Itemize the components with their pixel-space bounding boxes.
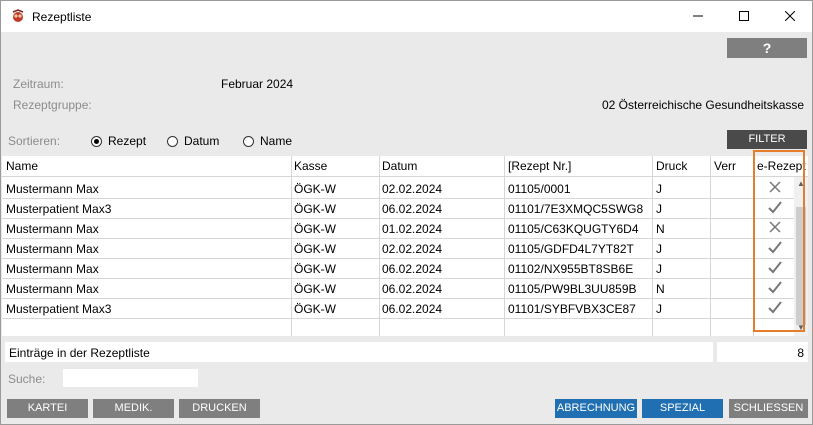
cell-datum: 06.02.2024 <box>382 302 443 316</box>
cell-name: Musterpatient Max3 <box>6 302 112 316</box>
cell-rezept: 01102/NX955BT8SB6E <box>508 262 634 276</box>
cell-rezept: 01101/SYBFVBX3CE87 <box>508 302 636 316</box>
entries-count: 8 <box>797 346 804 360</box>
sort-option-rezept[interactable]: Rezept <box>91 133 146 149</box>
entries-label: Einträge in der Rezeptliste <box>9 346 150 360</box>
col-header-name[interactable]: Name <box>6 159 38 173</box>
cell-druck: N <box>656 282 665 296</box>
cell-rezept: 01105/PW9BL3UU859B <box>508 282 637 296</box>
schliessen-button[interactable]: SCHLIESSEN <box>729 399 808 418</box>
drucken-button[interactable]: DRUCKEN <box>179 399 260 418</box>
table-row[interactable]: Mustermann Max ÖGK-W 02.02.2024 01105/0001 J <box>2 178 794 199</box>
cell-kasse: ÖGK-W <box>294 222 336 236</box>
table-row[interactable]: Mustermann Max ÖGK-W 01.02.2024 01105/C63KQ… <box>2 218 794 239</box>
col-header-datum[interactable]: Datum <box>382 159 417 173</box>
search-input[interactable] <box>63 369 198 387</box>
rezept-table: Name Kasse Datum [Rezept Nr.] Druck Verr… <box>2 156 808 336</box>
cell-kasse: ÖGK-W <box>294 242 336 256</box>
cell-name: Mustermann Max <box>6 182 99 196</box>
app-logo-icon <box>12 9 24 22</box>
entries-status-bar: Einträge in der Rezeptliste <box>5 342 713 362</box>
cell-kasse: ÖGK-W <box>294 262 336 276</box>
search-label: Suche: <box>8 372 46 386</box>
zeitraum-value: Februar 2024 <box>221 77 294 91</box>
cell-datum: 02.02.2024 <box>382 242 443 256</box>
table-row[interactable]: Mustermann Max ÖGK-W 06.02.2024 01105/PW9BL… <box>2 278 794 299</box>
kartei-button[interactable]: KARTEI <box>7 399 88 418</box>
table-row[interactable]: Musterpatient Max3 ÖGK-W 06.02.2024 01101/S… <box>2 298 794 319</box>
cell-kasse: ÖGK-W <box>294 182 336 196</box>
cell-name: Musterpatient Max3 <box>6 202 112 216</box>
filter-button[interactable]: FILTER <box>727 130 807 149</box>
close-icon <box>784 10 796 22</box>
abrechnung-button[interactable]: ABRECHNUNG <box>555 399 637 418</box>
cell-druck: J <box>656 202 662 216</box>
sort-option-label: Rezept <box>108 134 147 148</box>
radio-selected-icon <box>91 135 102 147</box>
table-row[interactable]: Musterpatient Max3 ÖGK-W 06.02.2024 01101/7… <box>2 198 794 219</box>
minimize-button[interactable] <box>675 1 721 32</box>
close-button[interactable] <box>767 1 813 32</box>
entries-count-box: 8 <box>717 342 808 362</box>
cell-rezept: 01105/C63KQUGTY6D4 <box>508 222 639 236</box>
sort-option-label: Name <box>260 134 293 148</box>
rezeptliste-window: Rezeptliste ? Zeitraum: Februar 2024 Rez… <box>0 0 813 425</box>
help-button[interactable]: ? <box>727 38 807 58</box>
col-header-kasse[interactable]: Kasse <box>294 159 327 173</box>
cell-druck: J <box>656 182 662 196</box>
sort-option-datum[interactable]: Datum <box>167 133 219 149</box>
minimize-icon <box>693 15 703 17</box>
cell-kasse: ÖGK-W <box>294 302 336 316</box>
cell-name: Mustermann Max <box>6 242 99 256</box>
col-header-verr[interactable]: Verr <box>714 159 736 173</box>
sort-option-name[interactable]: Name <box>243 133 292 149</box>
rezeptgruppe-value: 02 Österreichische Gesundheitskasse <box>602 98 805 112</box>
cell-rezept: 01105/GDFD4L7YT82T <box>508 242 634 256</box>
cell-datum: 06.02.2024 <box>382 202 443 216</box>
radio-icon <box>167 135 178 147</box>
spezial-button[interactable]: SPEZIAL <box>642 399 723 418</box>
cell-druck: J <box>656 242 662 256</box>
zeitraum-label: Zeitraum: <box>13 77 64 91</box>
cell-kasse: ÖGK-W <box>294 202 336 216</box>
window-title: Rezeptliste <box>32 10 92 24</box>
title-bar: Rezeptliste <box>1 1 812 32</box>
cell-datum: 02.02.2024 <box>382 182 443 196</box>
table-row[interactable]: Mustermann Max ÖGK-W 02.02.2024 01105/GDFD4… <box>2 238 794 259</box>
maximize-icon <box>739 11 749 21</box>
cell-rezept: 01101/7E3XMQC5SWG8 <box>508 202 644 216</box>
cell-name: Mustermann Max <box>6 262 99 276</box>
cell-kasse: ÖGK-W <box>294 282 336 296</box>
maximize-button[interactable] <box>721 1 767 32</box>
radio-icon <box>243 135 254 147</box>
col-header-druck[interactable]: Druck <box>656 159 687 173</box>
cell-rezept: 01105/0001 <box>508 182 571 196</box>
cell-druck: J <box>656 302 662 316</box>
erezept-column-highlight <box>753 150 805 332</box>
table-header: Name Kasse Datum [Rezept Nr.] Druck Verr… <box>2 156 808 177</box>
cell-name: Mustermann Max <box>6 282 99 296</box>
cell-druck: N <box>656 222 665 236</box>
cell-datum: 06.02.2024 <box>382 262 443 276</box>
cell-name: Mustermann Max <box>6 222 99 236</box>
sortieren-label: Sortieren: <box>8 134 61 148</box>
rezeptgruppe-label: Rezeptgruppe: <box>13 98 92 112</box>
medik-button[interactable]: MEDIK. <box>93 399 174 418</box>
cell-datum: 06.02.2024 <box>382 282 443 296</box>
sort-option-label: Datum <box>184 134 220 148</box>
cell-datum: 01.02.2024 <box>382 222 443 236</box>
cell-druck: J <box>656 262 662 276</box>
table-row[interactable]: Mustermann Max ÖGK-W 06.02.2024 01102/NX955… <box>2 258 794 279</box>
empty-row <box>2 318 794 338</box>
col-header-rezept[interactable]: [Rezept Nr.] <box>508 159 571 173</box>
